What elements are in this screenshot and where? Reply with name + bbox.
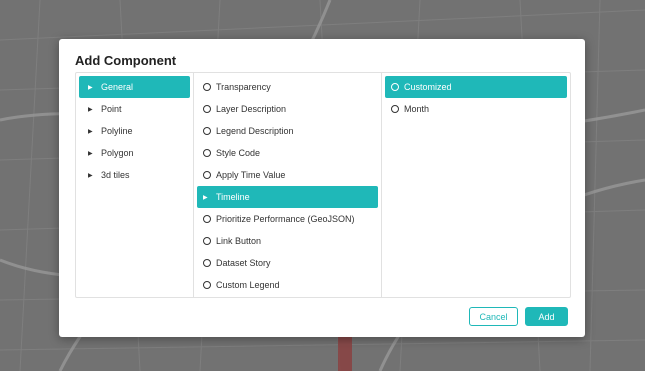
component-label: Layer Description: [216, 104, 287, 114]
caret-right-icon: ▶: [88, 172, 93, 179]
radio-icon: [203, 237, 211, 245]
component-item-dataset-story[interactable]: Dataset Story: [197, 252, 378, 274]
component-label: Dataset Story: [216, 258, 271, 268]
component-label: Style Code: [216, 148, 261, 158]
category-label: Point: [101, 104, 122, 114]
category-list: ▶ General ▶ Point ▶ Polyline ▶ Polygon ▶…: [76, 73, 194, 297]
category-label: Polyline: [101, 126, 133, 136]
category-label: General: [101, 82, 134, 92]
radio-icon: [391, 105, 399, 113]
component-item-legend-description[interactable]: Legend Description: [197, 120, 378, 142]
component-label: Prioritize Performance (GeoJSON): [216, 214, 355, 224]
caret-right-icon: ▶: [88, 150, 93, 157]
radio-icon: [203, 281, 211, 289]
component-label: Transparency: [216, 82, 271, 92]
component-picker: ▶ General ▶ Point ▶ Polyline ▶ Polygon ▶…: [75, 72, 571, 298]
component-item-apply-time-value[interactable]: Apply Time Value: [197, 164, 378, 186]
radio-icon: [203, 105, 211, 113]
category-item-3d-tiles[interactable]: ▶ 3d tiles: [79, 164, 190, 186]
component-item-link-button[interactable]: Link Button: [197, 230, 378, 252]
add-component-dialog: Add Component ▶ General ▶ Point ▶ Polyli…: [59, 39, 585, 337]
caret-right-icon: ▶: [88, 84, 93, 91]
cancel-button[interactable]: Cancel: [469, 307, 518, 326]
component-item-style-code[interactable]: Style Code: [197, 142, 378, 164]
radio-icon: [203, 149, 211, 157]
component-label: Custom Legend: [216, 280, 280, 290]
add-button[interactable]: Add: [525, 307, 568, 326]
category-item-general[interactable]: ▶ General: [79, 76, 190, 98]
component-item-custom-legend[interactable]: Custom Legend: [197, 274, 378, 296]
option-list: Customized Month: [382, 73, 570, 297]
component-label: Legend Description: [216, 126, 294, 136]
option-item-customized[interactable]: Customized: [385, 76, 567, 98]
component-item-layer-description[interactable]: Layer Description: [197, 98, 378, 120]
category-label: 3d tiles: [101, 170, 130, 180]
category-item-polyline[interactable]: ▶ Polyline: [79, 120, 190, 142]
component-label: Link Button: [216, 236, 262, 246]
component-list: Transparency Layer Description Legend De…: [194, 73, 382, 297]
component-item-transparency[interactable]: Transparency: [197, 76, 378, 98]
option-item-month[interactable]: Month: [385, 98, 567, 120]
category-label: Polygon: [101, 148, 134, 158]
radio-icon: [391, 83, 399, 91]
caret-right-icon: ▶: [203, 194, 208, 201]
option-label: Customized: [404, 82, 452, 92]
category-item-point[interactable]: ▶ Point: [79, 98, 190, 120]
component-label: Timeline: [216, 192, 250, 202]
option-label: Month: [404, 104, 430, 114]
radio-icon: [203, 83, 211, 91]
component-label: Apply Time Value: [216, 170, 286, 180]
caret-right-icon: ▶: [88, 106, 93, 113]
radio-icon: [203, 215, 211, 223]
component-item-timeline[interactable]: ▶ Timeline: [197, 186, 378, 208]
radio-icon: [203, 127, 211, 135]
caret-right-icon: ▶: [88, 128, 93, 135]
radio-icon: [203, 171, 211, 179]
category-item-polygon[interactable]: ▶ Polygon: [79, 142, 190, 164]
dialog-title: Add Component: [75, 53, 177, 68]
component-item-prioritize-performance[interactable]: Prioritize Performance (GeoJSON): [197, 208, 378, 230]
radio-icon: [203, 259, 211, 267]
